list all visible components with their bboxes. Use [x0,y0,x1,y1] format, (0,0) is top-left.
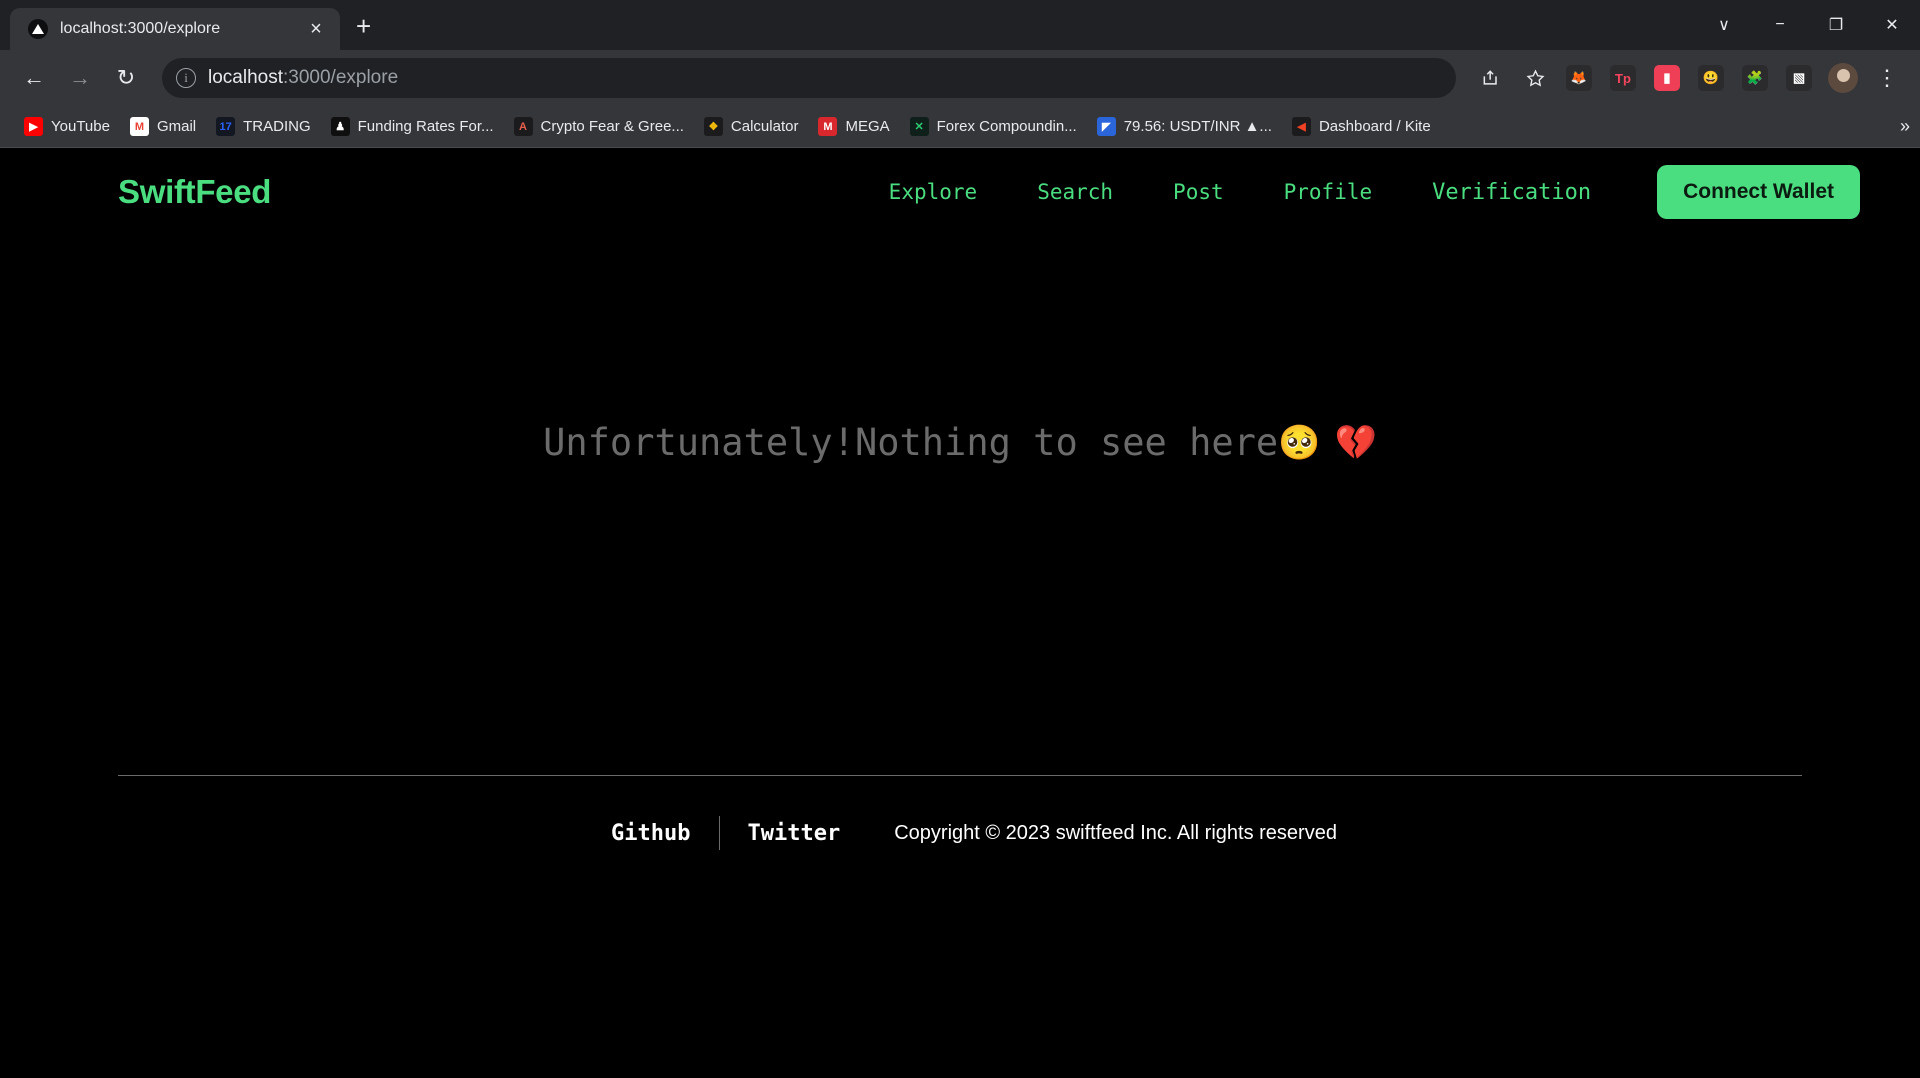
bookmark-crypto-fear-greed[interactable]: A Crypto Fear & Gree... [504,113,694,140]
bookmark-label: MEGA [845,118,890,135]
puzzle-glyph: 🧩 [1742,65,1768,91]
reload-button[interactable]: ↻ [106,58,146,98]
browser-toolbar: ← → ↻ i localhost:3000/explore 🦊 Tp ▮ 😃 … [0,50,1920,106]
bookmark-mega[interactable]: M MEGA [808,113,899,140]
nav-link-search[interactable]: Search [1007,180,1143,204]
close-window-button[interactable]: ✕ [1864,0,1920,50]
share-icon[interactable] [1472,59,1510,97]
footer-link-github[interactable]: Github [583,821,718,846]
bookmark-funding-rates[interactable]: ♟ Funding Rates For... [321,113,504,140]
footer-copyright: Copyright © 2023 swiftfeed Inc. All righ… [894,821,1337,844]
tradingview-icon: 17 [216,117,236,136]
funding-icon: ♟ [330,117,350,136]
bookmark-star-icon[interactable] [1516,59,1554,97]
profile-avatar[interactable] [1824,59,1862,97]
back-button[interactable]: ← [14,58,54,98]
bookmarks-bar: ▶ YouTube M Gmail 17 TRADING ♟ Funding Rates… [0,106,1920,148]
chart-icon: ◤ [1096,117,1116,136]
nav-link-profile[interactable]: Profile [1254,180,1403,204]
browser-menu-icon[interactable]: ⋮ [1868,59,1906,97]
kite-icon: ◀ [1291,117,1311,136]
bookmark-usdt-inr[interactable]: ◤ 79.56: USDT/INR ▲... [1087,113,1282,140]
browser-tab[interactable]: localhost:3000/explore × [10,8,340,50]
bookmark-label: Funding Rates For... [357,118,494,135]
forward-button[interactable]: → [60,58,100,98]
empty-state-message: Unfortunately!Nothing to see here 🥺 💔 [543,421,1377,464]
footer-divider [118,775,1802,776]
forex-icon: ✕ [909,117,929,136]
address-bar-url: localhost:3000/explore [208,67,398,89]
maximize-button[interactable]: ❐ [1808,0,1864,50]
avatar [1828,63,1858,93]
bookmarks-overflow-icon[interactable]: » [1900,116,1910,137]
site-footer: Github Twitter Copyright © 2023 swiftfee… [0,816,1920,850]
window-controls: ∨ − ❐ ✕ [1696,0,1920,50]
broken-heart-emoji: 💔 [1334,422,1377,463]
nav-links: Explore Search Post Profile Verification… [859,165,1860,219]
tab-search-icon[interactable]: ∨ [1696,0,1752,50]
new-tab-button[interactable]: + [356,11,371,42]
nav-link-post[interactable]: Post [1143,180,1254,204]
mega-icon: M [818,117,838,136]
bookmark-label: YouTube [51,118,110,135]
page-content: SwiftFeed Explore Search Post Profile Ve… [0,148,1920,1078]
address-bar[interactable]: i localhost:3000/explore [162,58,1456,98]
nav-link-explore[interactable]: Explore [859,180,1008,204]
bookmark-forex-compounding[interactable]: ✕ Forex Compoundin... [900,113,1087,140]
bookmark-label: Crypto Fear & Gree... [540,118,684,135]
binance-icon: ❖ [703,117,723,136]
side-panel-icon[interactable]: ▧ [1780,59,1818,97]
bookmark-label: Forex Compoundin... [936,118,1077,135]
url-host: localhost [208,67,283,88]
metamask-glyph: 🦊 [1566,65,1592,91]
side-panel-glyph: ▧ [1786,65,1812,91]
footer-link-twitter[interactable]: Twitter [720,821,869,846]
site-navbar: SwiftFeed Explore Search Post Profile Ve… [0,148,1920,236]
bookmark-gmail[interactable]: M Gmail [120,113,206,140]
youtube-icon: ▶ [24,117,43,136]
smiley-glyph: 😃 [1698,65,1724,91]
extension-smiley-icon[interactable]: 😃 [1692,59,1730,97]
minimize-button[interactable]: − [1752,0,1808,50]
empty-state: Unfortunately!Nothing to see here 🥺 💔 [0,421,1920,464]
tab-strip: localhost:3000/explore × + ∨ − ❐ ✕ [0,0,1920,50]
brand-logo[interactable]: SwiftFeed [118,173,271,211]
gmail-icon: M [129,117,149,136]
bookmark-label: 79.56: USDT/INR ▲... [1123,118,1272,135]
pocket-glyph: ▮ [1654,65,1680,91]
extensions-puzzle-icon[interactable]: 🧩 [1736,59,1774,97]
alternative-icon: A [513,117,533,136]
tp-glyph: Tp [1610,65,1636,91]
bookmark-kite-dashboard[interactable]: ◀ Dashboard / Kite [1282,113,1441,140]
bookmark-label: TRADING [243,118,311,135]
tab-title: localhost:3000/explore [60,20,221,37]
empty-state-text: Unfortunately!Nothing to see here [543,421,1279,464]
extension-pocket-icon[interactable]: ▮ [1648,59,1686,97]
bookmark-label: Gmail [156,118,197,135]
url-path: :3000/explore [283,67,399,88]
bookmark-label: Dashboard / Kite [1318,118,1431,135]
connect-wallet-button[interactable]: Connect Wallet [1657,165,1860,219]
bookmark-calculator[interactable]: ❖ Calculator [694,113,809,140]
tab-close-icon[interactable]: × [304,19,328,39]
site-info-icon[interactable]: i [176,68,196,88]
nav-link-verification[interactable]: Verification [1402,180,1621,205]
extension-tp-icon[interactable]: Tp [1604,59,1642,97]
bookmark-trading[interactable]: 17 TRADING [206,113,321,140]
bookmark-youtube[interactable]: ▶ YouTube [14,113,120,140]
extension-metamask-icon[interactable]: 🦊 [1560,59,1598,97]
pleading-face-emoji: 🥺 [1278,422,1321,463]
bookmark-label: Calculator [730,118,799,135]
tab-favicon-icon [28,19,48,39]
browser-window: localhost:3000/explore × + ∨ − ❐ ✕ ← → ↻… [0,0,1920,1078]
